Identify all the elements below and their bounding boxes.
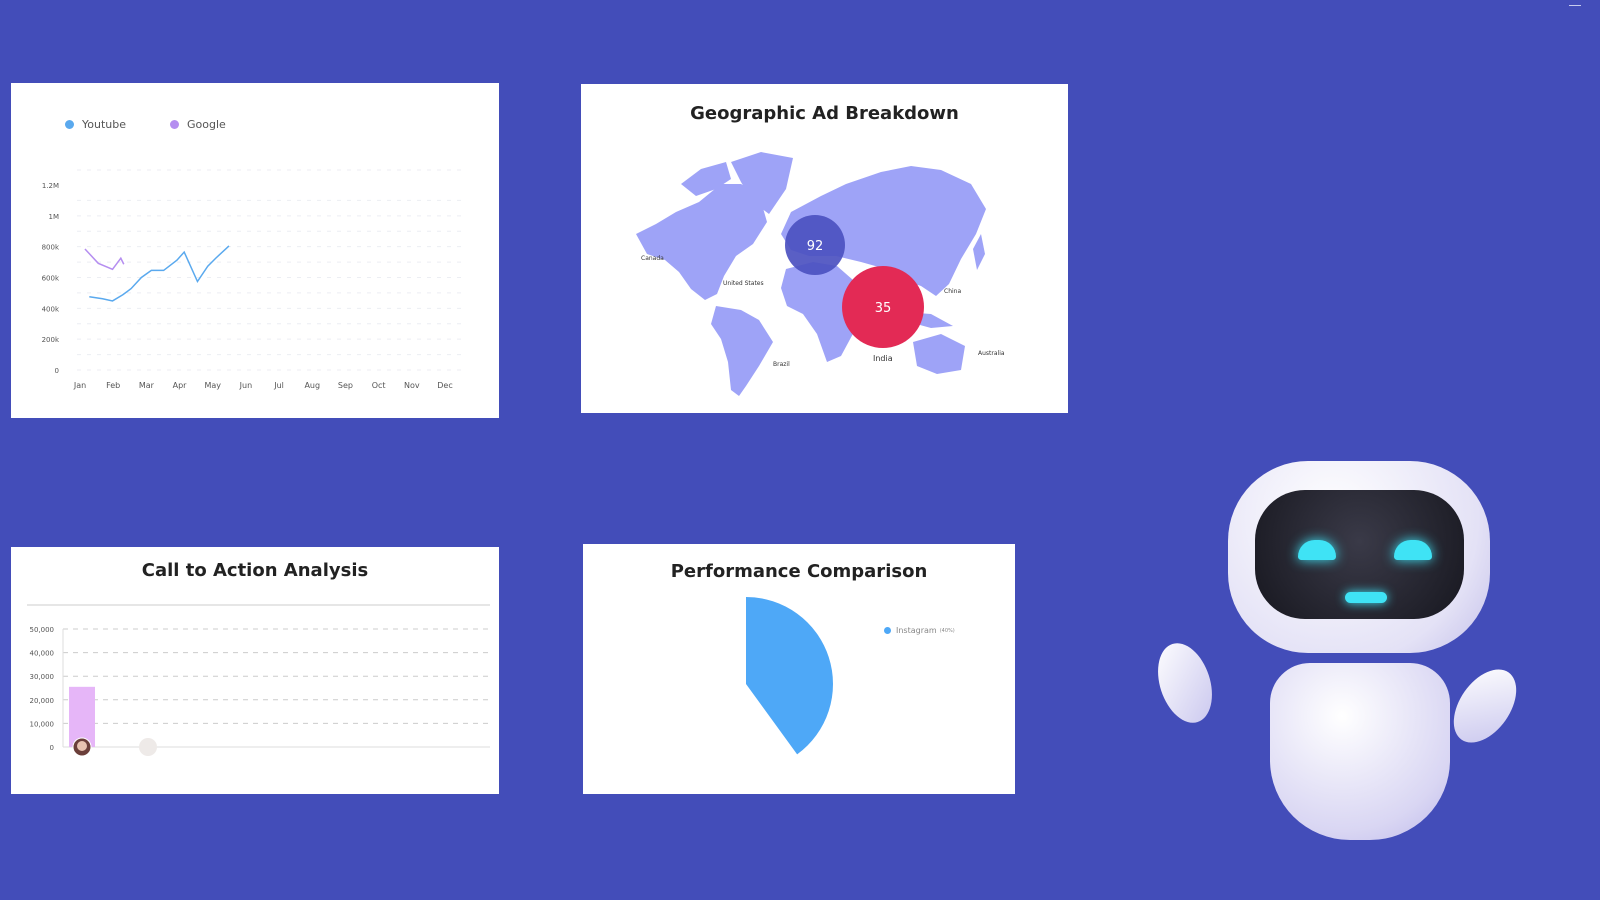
bubble-europe[interactable]: 92	[785, 215, 845, 275]
x-tick-label: Dec	[437, 381, 452, 390]
minimize-icon[interactable]	[1569, 5, 1581, 6]
pie-chart	[746, 597, 833, 755]
x-tick-label: Feb	[106, 381, 120, 390]
y-tick-label: 600k	[42, 275, 60, 283]
robot-left-arm	[1148, 636, 1222, 730]
label-india: India	[873, 354, 893, 363]
bar-chart-card: Call to Action Analysis 0 10,000 20,000 30,…	[11, 547, 499, 794]
legend-dot-instagram	[884, 627, 891, 634]
bubble-value: 92	[807, 239, 824, 254]
y-tick-label: 10,000	[30, 720, 55, 728]
legend-instagram[interactable]: Instagram (40%)	[884, 626, 955, 635]
map-card: Geographic Ad Breakdown 92 35 Canada Uni…	[581, 84, 1068, 413]
label-australia: Australia	[978, 350, 1005, 357]
australia	[913, 334, 965, 374]
y-tick-label: 0	[50, 744, 54, 752]
y-tick-label: 20,000	[30, 697, 55, 705]
x-tick-label: May	[204, 381, 221, 390]
pie-chart-card: Performance Comparison Instagram (40%)	[583, 544, 1015, 794]
line-chart: 0 200k 400k 600k 800k 1M 1.2M Jan Feb Mar Apr May Ju…	[42, 169, 464, 390]
x-tick-label: Apr	[173, 381, 188, 390]
robot-right-arm	[1441, 658, 1529, 754]
y-tick-label: 1.2M	[42, 182, 59, 190]
x-tick-label: Mar	[139, 381, 155, 390]
bubble-india[interactable]: 35	[842, 266, 924, 348]
x-tick-label: Nov	[404, 381, 420, 390]
label-united-states: United States	[723, 280, 764, 287]
y-tick-label: 1M	[49, 213, 60, 221]
label-canada: Canada	[641, 255, 664, 262]
japan	[973, 234, 985, 270]
legend-label: Instagram	[896, 626, 937, 635]
y-tick-label: 400k	[42, 305, 60, 313]
y-tick-label: 800k	[42, 244, 60, 252]
label-brazil: Brazil	[773, 361, 790, 368]
y-tick-label: 40,000	[30, 650, 55, 658]
robot-mouth	[1345, 592, 1387, 603]
world-map: 92 35 Canada United States China Brazil …	[636, 152, 1005, 396]
x-tick-label: Jun	[239, 381, 253, 390]
line-chart-card: Youtube Google 0 200k 400k 600k 800k 1M 1.2M Ja…	[11, 83, 499, 418]
x-tick-label: Sep	[338, 381, 353, 390]
x-tick-label: Jan	[73, 381, 86, 390]
robot-body	[1270, 663, 1450, 840]
pie-slice-instagram	[746, 597, 833, 755]
y-tick-label: 50,000	[30, 626, 55, 634]
series-line-google	[84, 248, 125, 271]
avatar-placeholder	[139, 738, 157, 756]
y-tick-label: 30,000	[30, 673, 55, 681]
south-america	[711, 306, 773, 396]
y-tick-label: 200k	[42, 336, 60, 344]
label-china: China	[944, 288, 961, 295]
x-tick-label: Jul	[273, 381, 284, 390]
legend-percent: (40%)	[939, 627, 955, 634]
bubble-value: 35	[875, 301, 892, 316]
x-tick-label: Aug	[304, 381, 320, 390]
y-tick-label: 0	[55, 367, 59, 375]
avatar-face	[77, 741, 87, 751]
x-tick-label: Oct	[372, 381, 386, 390]
bar-chart: 0 10,000 20,000 30,000 40,000 50,000	[27, 604, 490, 757]
